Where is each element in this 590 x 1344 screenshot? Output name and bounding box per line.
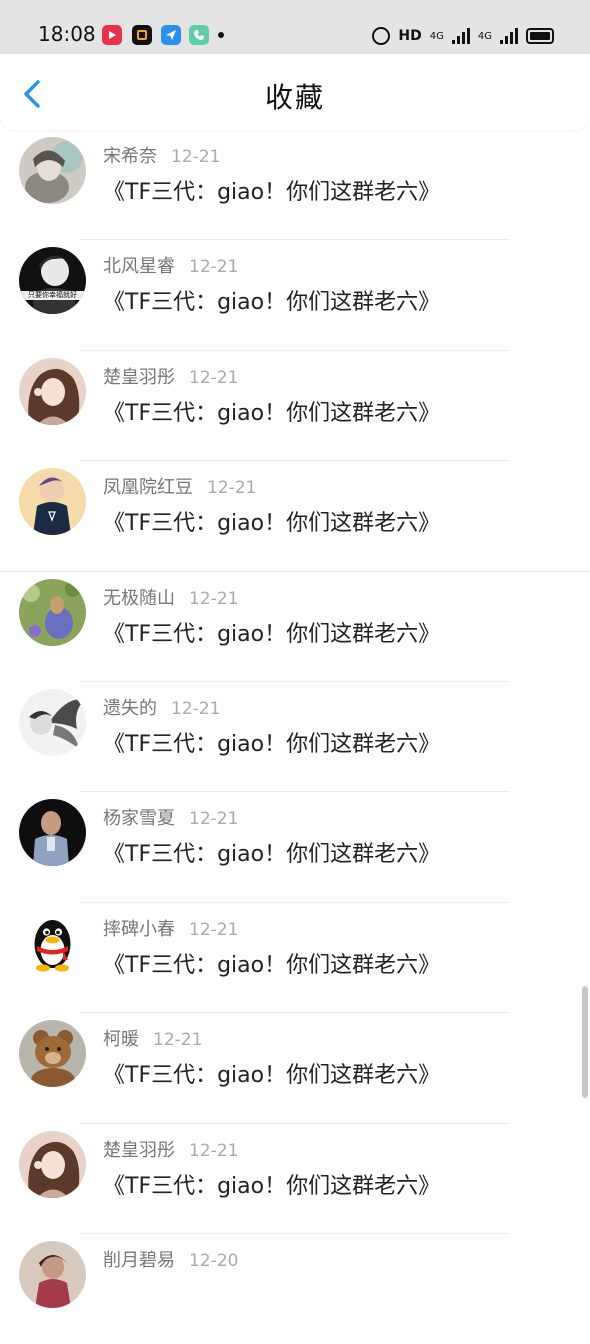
favorite-title[interactable]: 《TF三代：giao！你们这群老六》 <box>103 174 440 206</box>
user-name: 削月碧易 <box>103 1249 175 1271</box>
avatar[interactable] <box>19 578 86 646</box>
favorite-title[interactable]: 《TF三代：giao！你们这群老六》 <box>103 616 440 648</box>
favorite-date: 12-21 <box>207 478 257 499</box>
net-label-1: 4G <box>429 30 444 42</box>
scrollbar[interactable] <box>582 986 588 1098</box>
favorites-list: 宋希奈 12-21 《TF三代：giao！你们这群老六》 只要你幸福就好 北风星睿… <box>0 130 590 1344</box>
favorite-date: 12-21 <box>189 809 239 830</box>
list-item[interactable]: 杨家雪夏 12-21 《TF三代：giao！你们这群老六》 <box>0 792 590 903</box>
video-app-icon <box>102 25 122 45</box>
alarm-icon <box>372 27 391 45</box>
avatar[interactable] <box>19 468 86 536</box>
list-item[interactable]: 凤凰院红豆 12-21 《TF三代：giao！你们这群老六》 <box>0 461 590 572</box>
list-item[interactable]: 摔碑小春 12-21 《TF三代：giao！你们这群老六》 <box>0 903 590 1014</box>
list-item[interactable]: 楚皇羽彤 12-21 《TF三代：giao！你们这群老六》 <box>0 1124 590 1234</box>
favorite-date: 12-21 <box>189 367 239 388</box>
avatar-caption: 只要你幸福就好 <box>28 291 77 300</box>
favorite-date: 12-21 <box>171 147 221 167</box>
favorite-title[interactable]: 《TF三代：giao！你们这群老六》 <box>103 1057 440 1089</box>
favorite-date: 12-21 <box>189 1140 239 1161</box>
user-name: 遗失的 <box>103 697 157 719</box>
avatar[interactable] <box>19 1130 86 1198</box>
paper-plane-app-icon <box>161 25 181 45</box>
list-item[interactable]: 遗失的 12-21 《TF三代：giao！你们这群老六》 <box>0 682 590 793</box>
o-app-icon <box>132 25 152 45</box>
list-item[interactable]: 只要你幸福就好 北风星睿 12-21 《TF三代：giao！你们这群老六》 <box>0 240 590 351</box>
list-item[interactable]: 柯暖 12-21 《TF三代：giao！你们这群老六》 <box>0 1013 590 1124</box>
notification-dot <box>218 32 224 38</box>
favorite-title[interactable]: 《TF三代：giao！你们这群老六》 <box>103 947 440 979</box>
avatar[interactable] <box>19 137 86 204</box>
list-item[interactable]: 楚皇羽彤 12-21 《TF三代：giao！你们这群老六》 <box>0 351 590 462</box>
hd-label: HD <box>398 28 422 44</box>
favorite-date: 12-21 <box>153 1030 203 1051</box>
avatar[interactable] <box>19 357 86 425</box>
list-item[interactable]: 宋希奈 12-21 《TF三代：giao！你们这群老六》 <box>0 130 590 241</box>
list-item[interactable]: 无极随山 12-21 《TF三代：giao！你们这群老六》 <box>0 572 590 682</box>
user-name: 楚皇羽彤 <box>103 366 175 388</box>
status-bar: 18:08 HD 4G 4G <box>0 0 590 54</box>
favorite-date: 12-20 <box>189 1250 239 1271</box>
favorite-date: 12-21 <box>189 257 239 278</box>
avatar[interactable] <box>19 688 86 756</box>
user-name: 凤凰院红豆 <box>103 477 193 499</box>
battery-icon <box>526 28 554 44</box>
user-name: 杨家雪夏 <box>103 808 175 830</box>
nav-bar: 收藏 <box>0 54 590 130</box>
penguin-icon <box>19 909 86 977</box>
favorite-title[interactable]: 《TF三代：giao！你们这群老六》 <box>103 726 440 758</box>
avatar[interactable] <box>19 1240 86 1308</box>
net-label-2: 4G <box>477 30 492 42</box>
favorite-date: 12-21 <box>189 919 239 940</box>
user-name: 摔碑小春 <box>103 918 175 940</box>
user-name: 柯暖 <box>103 1029 139 1051</box>
signal-icon-1 <box>451 28 470 44</box>
avatar[interactable] <box>19 799 86 867</box>
signal-icon-2 <box>500 28 518 44</box>
favorite-title[interactable]: 《TF三代：giao！你们这群老六》 <box>103 395 440 427</box>
page-title: 收藏 <box>264 81 325 114</box>
user-name: 无极随山 <box>103 587 175 609</box>
favorite-date: 12-21 <box>171 698 221 719</box>
avatar[interactable] <box>19 909 86 977</box>
favorite-date: 12-21 <box>189 588 239 609</box>
favorite-title[interactable]: 《TF三代：giao！你们这群老六》 <box>103 1168 440 1200</box>
list-item[interactable]: 削月碧易 12-20 <box>0 1234 590 1344</box>
favorite-title[interactable]: 《TF三代：giao！你们这群老六》 <box>103 284 440 316</box>
user-name: 楚皇羽彤 <box>103 1139 175 1161</box>
phone-app-icon <box>189 25 209 45</box>
avatar[interactable] <box>19 1020 86 1088</box>
user-name: 宋希奈 <box>103 146 157 167</box>
user-name: 北风星睿 <box>103 256 175 278</box>
status-time: 18:08 <box>38 22 96 46</box>
avatar[interactable]: 只要你幸福就好 <box>19 247 86 315</box>
favorite-title[interactable]: 《TF三代：giao！你们这群老六》 <box>103 836 440 868</box>
status-right: HD 4G 4G <box>372 24 554 48</box>
favorite-title[interactable]: 《TF三代：giao！你们这群老六》 <box>103 505 440 537</box>
